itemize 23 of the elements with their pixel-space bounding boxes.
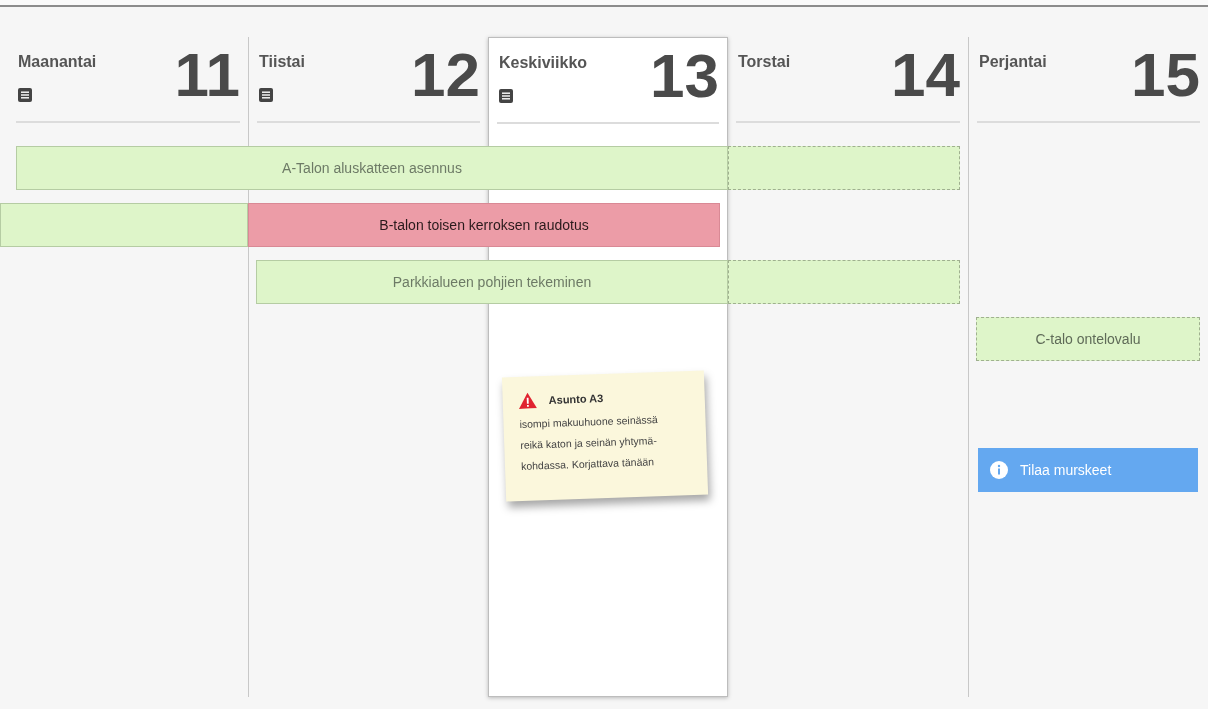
task-bar[interactable]: A-Talon aluskatteen asennus xyxy=(16,146,728,190)
late-task-bar[interactable]: B-talon toisen kerroksen raudotus xyxy=(248,203,720,247)
day-name: Keskiviikko xyxy=(499,53,588,73)
day-number: 14 xyxy=(891,39,960,106)
day-number: 12 xyxy=(411,39,480,106)
info-icon xyxy=(990,461,1008,479)
task-bar[interactable]: Parkkialueen pohjien tekeminen xyxy=(256,260,728,304)
day-name: Torstai xyxy=(738,52,791,72)
day-name: Perjantai xyxy=(979,52,1047,72)
notes-icon[interactable] xyxy=(499,89,513,103)
day-number: 15 xyxy=(1131,39,1200,106)
warning-icon xyxy=(518,392,537,410)
day-name: Tiistai xyxy=(259,52,305,72)
day-number: 11 xyxy=(174,39,240,106)
planned-task-bar[interactable]: C-talo ontelovalu xyxy=(976,317,1200,361)
day-name: Maanantai xyxy=(18,52,97,72)
day-number: 13 xyxy=(650,40,719,107)
sticky-note[interactable]: Asunto A3 isompi makuuhuone seinässä reikä katon ja seinän yhtymä-kohdassa. Korjattava tänään xyxy=(501,370,709,501)
note-title: Asunto A3 xyxy=(548,391,604,408)
notes-icon[interactable] xyxy=(18,88,32,102)
notes-icon[interactable] xyxy=(259,88,273,102)
note-text: isompi makuuhuone seinässä reikä katon ja seinän yhtymä-kohdassa. Korjattava tänään xyxy=(519,411,659,474)
info-text: Tilaa murskeet xyxy=(1020,460,1112,480)
